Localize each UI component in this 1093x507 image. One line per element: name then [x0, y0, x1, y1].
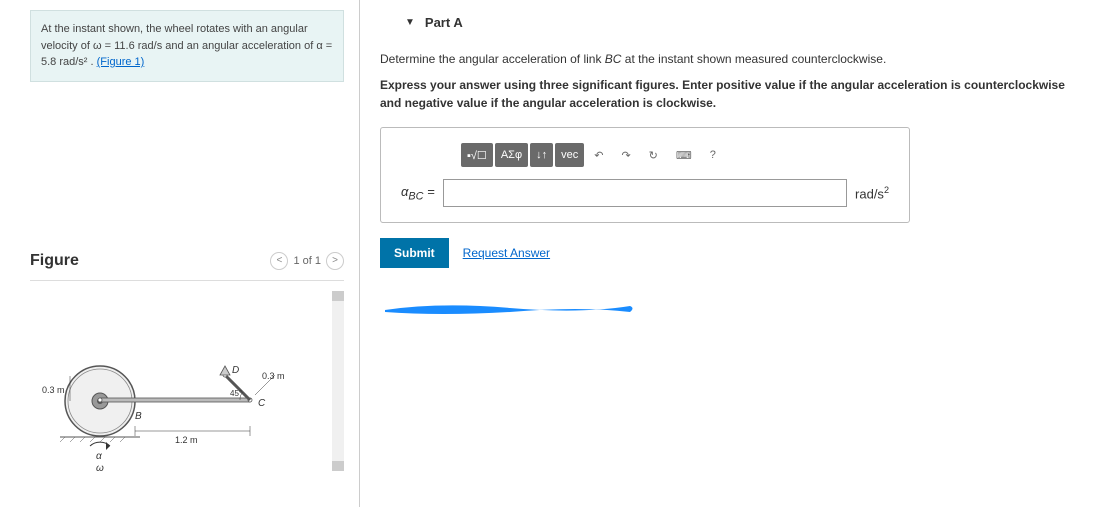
- redo-button[interactable]: ↷: [613, 143, 638, 167]
- part-a-header[interactable]: ▼ Part A: [380, 15, 1073, 30]
- template-tool-button[interactable]: ▪√☐: [461, 143, 493, 167]
- left-panel: At the instant shown, the wheel rotates …: [0, 0, 360, 507]
- problem-text3: .: [87, 56, 96, 68]
- scroll-thumb-up[interactable]: [332, 291, 344, 301]
- submit-button[interactable]: Submit: [380, 238, 449, 268]
- label-L-bc: 1.2 m: [175, 435, 198, 445]
- vector-button[interactable]: vec: [555, 143, 584, 167]
- figure-title: Figure: [30, 252, 79, 270]
- omega-value: ω = 11.6 rad/s: [93, 40, 162, 52]
- mechanism-diagram: 0.3 m B 1.2 m D: [40, 331, 300, 481]
- scroll-thumb-down[interactable]: [332, 461, 344, 471]
- answer-box: ▪√☐ ΑΣφ ↓↑ vec ↶ ↷ ↻ ⌨ ? αBC = rad/s2: [380, 127, 910, 223]
- request-answer-link[interactable]: Request Answer: [463, 246, 550, 260]
- figure-scrollbar[interactable]: [332, 291, 344, 471]
- label-angle: 45°: [230, 389, 242, 398]
- undo-button[interactable]: ↶: [586, 143, 611, 167]
- figure-counter: 1 of 1: [293, 255, 321, 267]
- next-figure-button[interactable]: >: [326, 252, 344, 270]
- variable-label: αBC =: [401, 184, 435, 203]
- problem-statement: At the instant shown, the wheel rotates …: [30, 10, 344, 82]
- submit-row: Submit Request Answer: [380, 238, 1073, 268]
- instruction-line-1: Determine the angular acceleration of li…: [380, 50, 1073, 68]
- instruction-line-2: Express your answer using three signific…: [380, 76, 1073, 112]
- answer-input[interactable]: [443, 179, 847, 207]
- formula-toolbar: ▪√☐ ΑΣφ ↓↑ vec ↶ ↷ ↻ ⌨ ?: [461, 143, 889, 167]
- blue-annotation-mark: [380, 298, 640, 318]
- label-r-wheel: 0.3 m: [42, 385, 65, 395]
- figure-area: 0.3 m B 1.2 m D: [30, 280, 344, 480]
- label-C: C: [258, 398, 266, 409]
- subscript-button[interactable]: ↓↑: [530, 143, 553, 167]
- label-D: D: [232, 365, 239, 376]
- label-alpha: α: [96, 451, 102, 462]
- label-r-cd: 0.3 m: [262, 371, 285, 381]
- units-label: rad/s2: [855, 185, 889, 201]
- right-panel: ▼ Part A Determine the angular accelerat…: [360, 0, 1093, 507]
- figure-link[interactable]: (Figure 1): [97, 56, 145, 68]
- help-button[interactable]: ?: [702, 143, 724, 167]
- figure-nav: < 1 of 1 >: [270, 252, 344, 270]
- reset-button[interactable]: ↻: [641, 143, 666, 167]
- label-omega: ω: [96, 463, 104, 474]
- figure-header: Figure < 1 of 1 >: [30, 252, 344, 270]
- problem-text2: and an angular acceleration of: [162, 40, 316, 52]
- answer-input-row: αBC = rad/s2: [401, 179, 889, 207]
- collapse-caret-icon: ▼: [405, 17, 415, 28]
- prev-figure-button[interactable]: <: [270, 252, 288, 270]
- math-symbols-button[interactable]: ΑΣφ: [495, 143, 528, 167]
- label-B: B: [135, 411, 142, 422]
- part-a-title: Part A: [425, 15, 463, 30]
- keyboard-button[interactable]: ⌨: [668, 143, 700, 167]
